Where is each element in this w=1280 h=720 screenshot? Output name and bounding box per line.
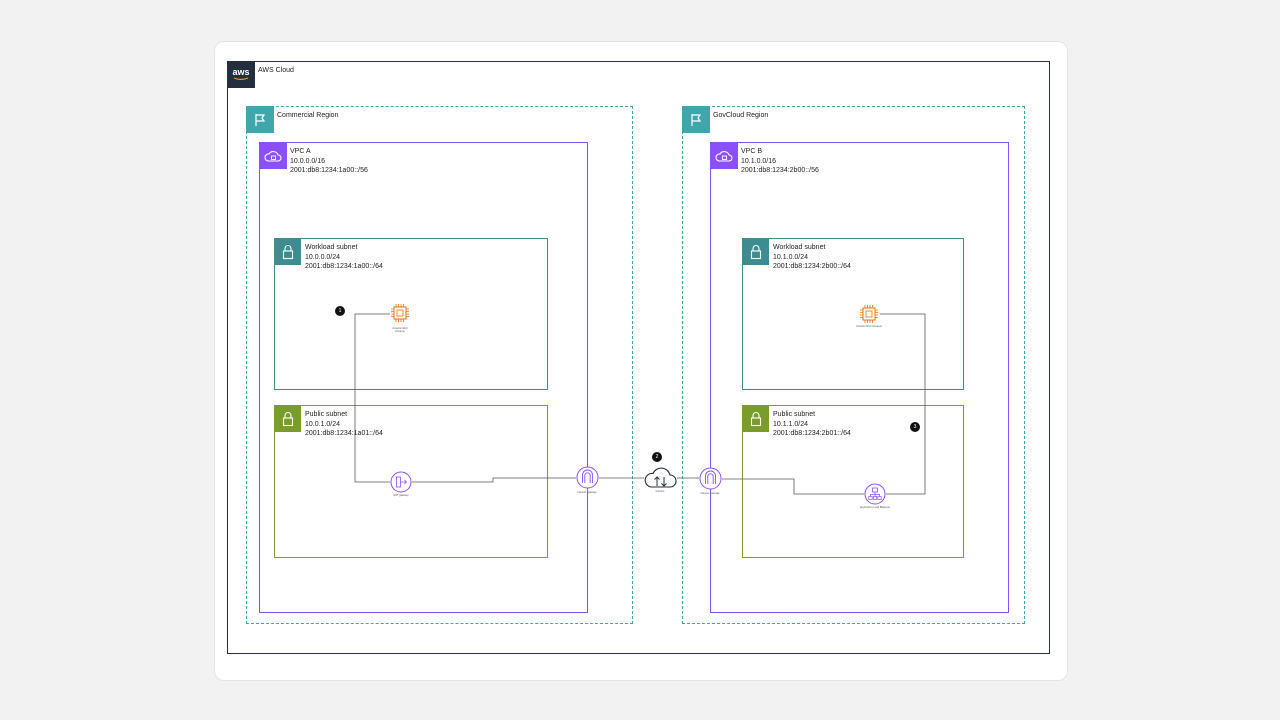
internet-gateway-icon (699, 467, 722, 490)
connector-lines (354, 313, 926, 495)
internet-label: Internet (655, 490, 665, 493)
step-marker-3: 3 (910, 422, 920, 432)
step-marker-2: 2 (652, 452, 662, 462)
alb-label: Application Load Balancer (859, 506, 891, 509)
internet-gateway-b-label: Internet gateway (700, 492, 720, 495)
load-balancer-icon (864, 483, 886, 505)
nat-gateway-label: NAT gateway (393, 494, 409, 497)
connector-igw-b-to-alb (722, 478, 864, 495)
step-marker-1: 1 (335, 306, 345, 316)
connector-alb-to-ec2-b (880, 313, 926, 495)
connector-nat-to-igw-a (412, 477, 576, 483)
connector-ec2-to-nat (354, 313, 390, 483)
internet-gateway-a-label: Internet gateway (577, 491, 597, 494)
ec2-a-label: Amazon EC2 instance (392, 327, 408, 333)
ec2-b-label: Amazon EC2 instance (856, 325, 882, 328)
ec2-chip-icon (860, 305, 878, 323)
ec2-chip-icon (391, 304, 409, 322)
nat-gateway-icon (390, 471, 412, 493)
internet-gateway-icon (576, 466, 599, 489)
internet-cloud-icon (644, 467, 677, 488)
